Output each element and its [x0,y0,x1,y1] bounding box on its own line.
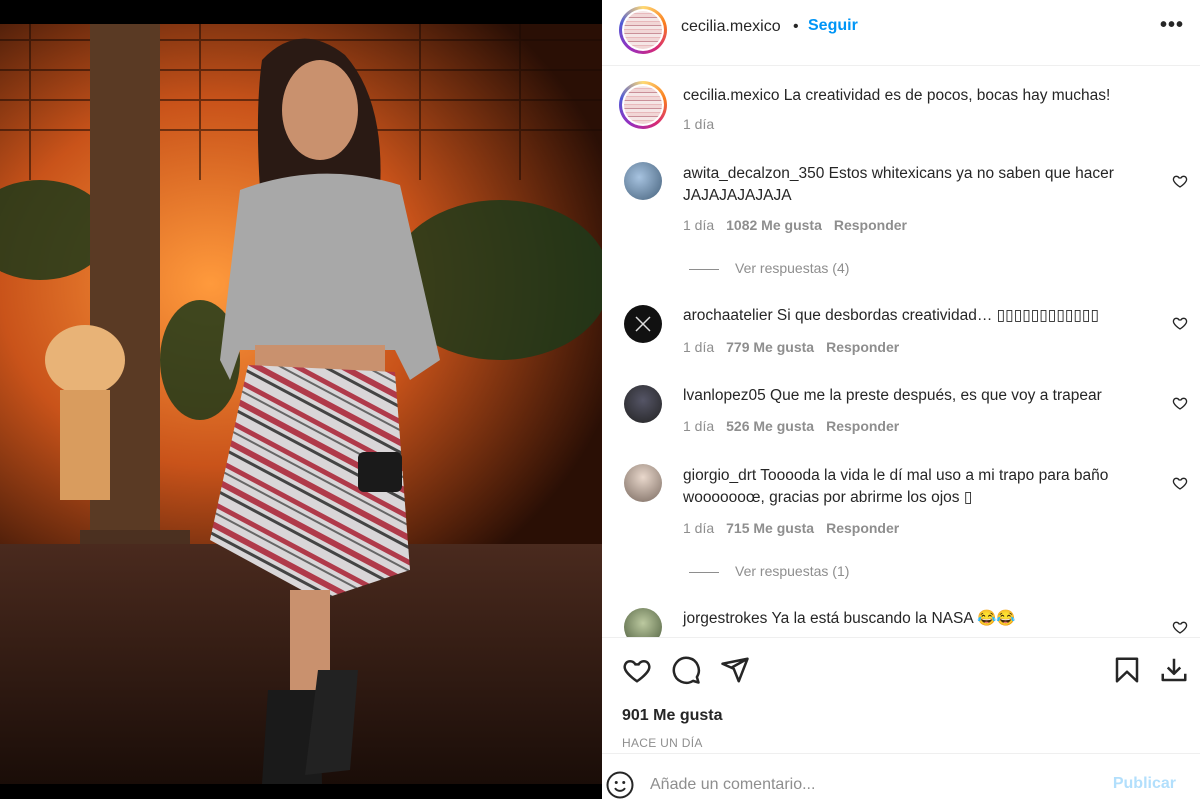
emoji-icon[interactable] [605,770,635,799]
comment-meta: 1 día 715 Me gusta Responder [683,520,899,536]
download-icon[interactable] [1159,655,1189,685]
comment-like-icon[interactable] [1172,173,1188,189]
comment-meta: 1 día 526 Me gusta Responder [683,418,899,434]
comment-icon[interactable] [671,655,701,685]
comment-avatar[interactable] [624,608,662,637]
comment-text: Ya la está buscando la NASA 😂😂 [771,610,1016,627]
comment-likes[interactable]: 779 Me gusta [726,339,814,355]
comment-time: 1 día [683,217,715,233]
more-options-icon[interactable]: ••• [1160,14,1184,37]
post-photo[interactable] [0,0,602,799]
reply-button[interactable]: Responder [834,217,907,233]
comment-avatar[interactable] [624,305,662,343]
caption-text: cecilia.mexico La creatividad es de poco… [683,85,1163,107]
bookmark-icon[interactable] [1112,655,1142,685]
post-actions: 901 Me gusta HACE UN DÍA [602,637,1200,755]
caption-time: 1 día [683,116,715,132]
likes-count[interactable]: 901 Me gusta [622,707,722,725]
post-header: cecilia.mexico • Seguir ••• [602,0,1200,66]
comment-username[interactable]: arochaatelier [683,307,773,324]
comment-item: awita_decalzon_350 Estos whitexicans ya … [683,163,1163,207]
replies-line [689,268,719,270]
comment-like-icon[interactable] [1172,395,1188,411]
reply-button[interactable]: Responder [826,339,899,355]
comment-input[interactable] [650,773,1090,797]
replies-line [689,571,719,573]
reply-button[interactable]: Responder [826,520,899,536]
comment-item: giorgio_drt Tooooda la vida le dí mal us… [683,465,1163,509]
view-replies-label: Ver respuestas (4) [735,260,850,276]
caption-meta: 1 día [683,116,714,132]
comment-username[interactable]: lvanlopez05 [683,387,766,404]
logo-icon [635,316,651,332]
caption-username[interactable]: cecilia.mexico [683,87,779,104]
comment-time: 1 día [683,520,715,536]
author-username[interactable]: cecilia.mexico [681,18,781,36]
comment-likes[interactable]: 526 Me gusta [726,418,814,434]
comment-likes[interactable]: 1082 Me gusta [726,217,822,233]
comment-item: arochaatelier Si que desbordas creativid… [683,305,1163,327]
comment-username[interactable]: awita_decalzon_350 [683,165,824,182]
author-avatar[interactable] [619,6,667,54]
comment-avatar[interactable] [624,385,662,423]
comment-username[interactable]: giorgio_drt [683,467,756,484]
comment-text: Si que desbordas creatividad… ▯▯▯▯▯▯▯▯▯▯… [776,307,1099,324]
comment-like-icon[interactable] [1172,619,1188,635]
comment-text: Que me la preste después, es que voy a t… [770,387,1102,404]
publish-button[interactable]: Publicar [1113,775,1176,793]
view-replies-label: Ver respuestas (1) [735,563,850,579]
comments-list[interactable]: cecilia.mexico La creatividad es de poco… [602,67,1200,637]
share-icon[interactable] [720,655,750,685]
post-timestamp: HACE UN DÍA [622,736,703,750]
reply-button[interactable]: Responder [826,418,899,434]
header-separator: • [793,18,799,35]
caption-avatar[interactable] [619,81,667,129]
comment-item: jorgestrokes Ya la está buscando la NASA… [683,608,1163,630]
view-replies-button[interactable]: Ver respuestas (1) [689,563,849,579]
view-replies-button[interactable]: Ver respuestas (4) [689,260,849,276]
comment-avatar[interactable] [624,162,662,200]
comment-username[interactable]: jorgestrokes [683,610,767,627]
comment-time: 1 día [683,339,715,355]
comment-like-icon[interactable] [1172,315,1188,331]
follow-button[interactable]: Seguir [808,17,858,35]
comment-time: 1 día [683,418,715,434]
instagram-post-modal: cecilia.mexico • Seguir ••• cecilia.mexi… [0,0,1200,799]
post-side-panel: cecilia.mexico • Seguir ••• cecilia.mexi… [602,0,1200,799]
comment-likes[interactable]: 715 Me gusta [726,520,814,536]
comment-item: lvanlopez05 Que me la preste después, es… [683,385,1163,407]
comment-meta: 1 día 1082 Me gusta Responder [683,217,907,233]
heart-icon[interactable] [622,655,652,685]
comment-like-icon[interactable] [1172,475,1188,491]
post-image [0,0,602,799]
caption-body: La creatividad es de pocos, bocas hay mu… [783,87,1111,104]
comment-meta: 1 día 779 Me gusta Responder [683,339,899,355]
comment-composer: Publicar [602,753,1200,799]
comment-avatar[interactable] [624,464,662,502]
